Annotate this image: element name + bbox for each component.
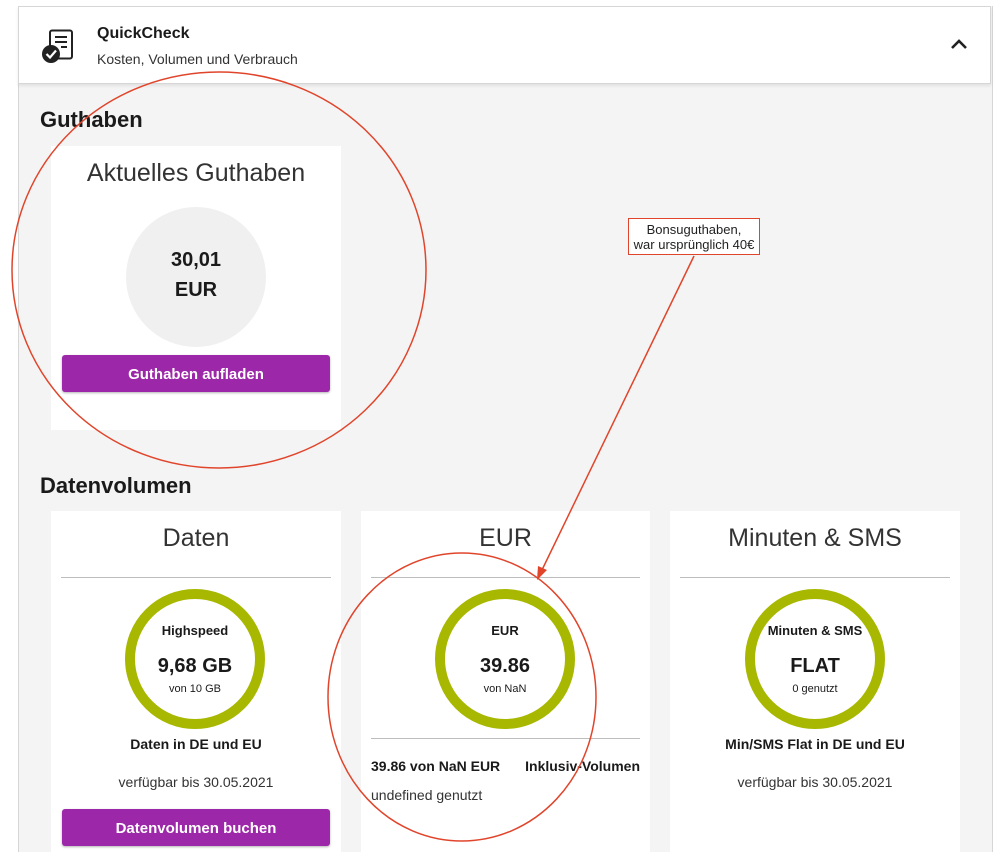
ring-value: 9,68 GB	[157, 655, 233, 677]
section-title-guthaben: Guthaben	[40, 107, 143, 132]
minutes-card-caption: Min/SMS Flat in DE und EU	[725, 736, 905, 752]
eur-card: EUR EUR 39.86 von NaN 39.86 von NaN EUR …	[361, 511, 650, 852]
balance-card-title: Aktuelles Guthaben	[86, 159, 306, 187]
data-card: Daten Highspeed 9,68 GB von 10 GB Daten …	[51, 511, 341, 852]
eur-card-title: EUR	[479, 524, 532, 552]
header-subtitle: Kosten, Volumen und Verbrauch	[97, 51, 298, 67]
ring-label: EUR	[491, 623, 519, 638]
ring-label: Minuten & SMS	[767, 623, 863, 638]
ring-sub: von 10 GB	[169, 683, 221, 695]
minutes-usage-ring: Minuten & SMS FLAT 0 genutzt	[745, 589, 885, 729]
data-card-caption: Daten in DE und EU	[130, 736, 262, 752]
eur-volume-type: Inklusiv-Volumen	[525, 758, 640, 774]
ring-label: Highspeed	[161, 623, 229, 638]
minutes-card-validity: verfügbar bis 30.05.2021	[737, 774, 893, 790]
section-title-datenvolumen: Datenvolumen	[40, 473, 192, 498]
checklist-icon	[42, 29, 73, 63]
topup-button[interactable]: Guthaben aufladen	[62, 355, 330, 392]
divider	[61, 577, 331, 578]
data-usage-ring: Highspeed 9,68 GB von 10 GB	[125, 589, 265, 729]
data-card-title: Daten	[162, 524, 230, 552]
book-data-button[interactable]: Datenvolumen buchen	[62, 809, 330, 846]
minutes-card-title: Minuten & SMS	[728, 524, 902, 552]
balance-value: 30,01	[170, 249, 222, 271]
ring-value: 39.86	[479, 655, 531, 677]
divider	[371, 738, 640, 739]
annotation-line-1: Bonsuguthaben,	[646, 222, 742, 237]
eur-usage-ring: EUR 39.86 von NaN	[435, 589, 575, 729]
header-title: QuickCheck	[97, 25, 190, 42]
minutes-sms-card: Minuten & SMS Minuten & SMS FLAT 0 genut…	[670, 511, 960, 852]
balance-card: Aktuelles Guthaben 30,01 EUR Guthaben au…	[51, 146, 341, 430]
eur-amount-detail: 39.86 von NaN EUR	[371, 758, 501, 774]
balance-unit: EUR	[174, 279, 218, 301]
annotation-line-2: war ursprünglich 40€	[633, 237, 755, 252]
divider	[371, 577, 640, 578]
ring-value: FLAT	[790, 655, 840, 677]
chevron-up-icon[interactable]	[950, 37, 968, 51]
ring-sub: 0 genutzt	[792, 683, 838, 695]
data-card-validity: verfügbar bis 30.05.2021	[118, 774, 274, 790]
quickcheck-header[interactable]: QuickCheck Kosten, Volumen und Verbrauch	[18, 6, 991, 84]
annotation-note: Bonsuguthaben, war ursprünglich 40€	[628, 218, 760, 255]
eur-used-text: undefined genutzt	[371, 787, 483, 803]
ring-sub: von NaN	[483, 683, 527, 695]
balance-circle: 30,01 EUR	[126, 207, 266, 347]
divider	[680, 577, 950, 578]
